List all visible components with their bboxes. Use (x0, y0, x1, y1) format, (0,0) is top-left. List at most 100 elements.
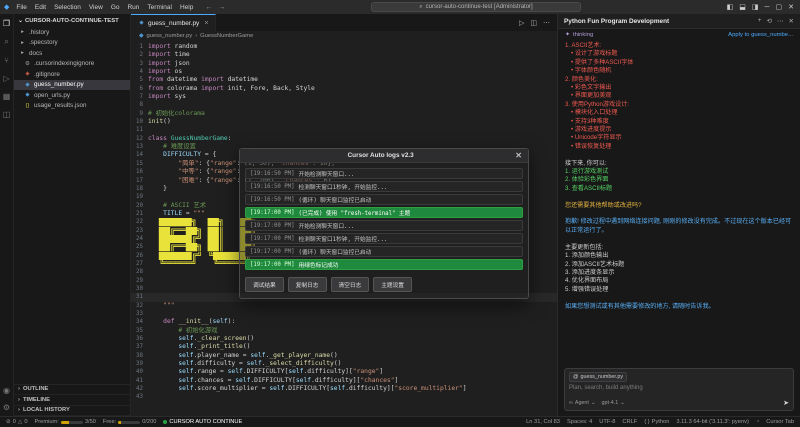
sidebar-section-outline[interactable]: ›OUTLINE (14, 385, 130, 396)
log-row[interactable]: [19:17:00 PM]开始检测聊天窗口... (245, 220, 523, 231)
file-item--specstory[interactable]: ▸.specstory (14, 38, 130, 49)
account-icon[interactable]: ◉ (3, 386, 10, 395)
file-item-usage-results-json[interactable]: {}usage_results.json (14, 101, 130, 112)
log-row[interactable]: [19:17:00 PM]检测聊天窗口1秒钟, 开始监控... (245, 233, 523, 244)
minimize-icon[interactable]: ─ (765, 4, 770, 11)
code-line-text: # 初始化游戏 (148, 327, 557, 335)
menu-view[interactable]: View (85, 4, 107, 11)
layout-right-icon[interactable]: ◨ (752, 3, 759, 11)
encoding[interactable]: UTF-8 (599, 419, 615, 425)
menu-terminal[interactable]: Terminal (143, 4, 176, 11)
indentation[interactable]: Spaces: 4 (567, 419, 592, 425)
close-window-icon[interactable]: ✕ (788, 3, 794, 11)
overlay-button-调试结果[interactable]: 调试结果 (245, 277, 284, 292)
log-row[interactable]: [19:17:00 PM](循环) 聊天窗口监控已启动 (245, 246, 523, 257)
split-editor-icon[interactable]: ◫ (530, 19, 537, 27)
file-item-open-urls-py[interactable]: ◆open_urls.py (14, 90, 130, 101)
menu-edit[interactable]: Edit (31, 4, 50, 11)
menu-selection[interactable]: Selection (50, 4, 85, 11)
code-line-text: def __init__(self): (148, 318, 557, 326)
python-interpreter[interactable]: 3.11.3 64-bit ('3.11.3': pyenv) (676, 419, 748, 425)
log-row[interactable]: [19:16:50 PM](循环) 聊天窗口监控已启动 (245, 194, 523, 205)
eol-sequence[interactable]: CRLF (622, 419, 637, 425)
free-quota[interactable]: Free: 0/200 (103, 419, 157, 425)
log-message: 用绿色标记成功 (299, 260, 339, 269)
source-control-icon[interactable]: ⑂ (4, 56, 9, 65)
new-chat-icon[interactable]: + (758, 17, 762, 25)
chat-line: 2. 颜色美化: (565, 76, 793, 84)
file-type-icon: {} (24, 103, 31, 109)
chat-history-icon[interactable]: ⟲ (767, 17, 772, 25)
file-item-label: guess_number.py (34, 81, 84, 88)
premium-meter (61, 421, 83, 424)
thinking-label[interactable]: thinking (573, 32, 593, 38)
more-actions-icon[interactable]: ⋯ (543, 19, 550, 27)
language-mode[interactable]: { } Python (644, 419, 669, 425)
breadcrumb-file[interactable]: guess_number.py (146, 33, 192, 39)
log-timestamp: [19:16:50 PM] (250, 197, 295, 203)
line-number: 34 (131, 318, 148, 326)
log-row[interactable]: [19:17:00 PM](已完成) 使用 "fresh-terminal" 主… (245, 207, 523, 218)
dialog-titlebar[interactable]: Cursor Auto logs v2.3 ✕ (240, 149, 528, 163)
dialog-close-icon[interactable]: ✕ (515, 151, 522, 160)
sidebar-section-timeline[interactable]: ›TIMELINE (14, 395, 130, 406)
log-row[interactable]: [19:17:00 PM]用绿色标记成功 (245, 259, 523, 270)
file-item-guess-number-py[interactable]: ◆guess_number.py (14, 80, 130, 91)
overlay-button-复制日志[interactable]: 复制日志 (288, 277, 327, 292)
tab-close-icon[interactable]: × (204, 20, 208, 27)
notifications-bell-icon[interactable]: ◔ (756, 419, 759, 425)
editor-actions: ▷ ◫ ⋯ (512, 14, 557, 31)
sidebar-section-local-history[interactable]: ›LOCAL HISTORY (14, 406, 130, 417)
file-item--cursorindexingignore[interactable]: ⚙.cursorindexingignore (14, 59, 130, 70)
overlay-button-清空日志[interactable]: 清空日志 (331, 277, 370, 292)
overlay-button-主题设置[interactable]: 主题设置 (373, 277, 412, 292)
file-item-docs[interactable]: ▸docs (14, 48, 130, 59)
menu-help[interactable]: Help (176, 4, 197, 11)
apply-link[interactable]: Apply to guess_numbe... (728, 32, 793, 38)
settings-gear-icon[interactable]: ⚙ (3, 403, 10, 412)
auto-continue-toggle[interactable]: CURSOR AUTO CONTINUE (163, 419, 242, 425)
menu-file[interactable]: File (12, 4, 30, 11)
code-line-text: self._print_title() (148, 343, 557, 351)
agent-mode-select[interactable]: ∞ Agent ⌄ (569, 400, 595, 406)
log-row[interactable]: [19:16:50 PM]检测聊天窗口1秒钟, 开始监控... (245, 181, 523, 192)
problems-indicator[interactable]: ⊘ 0 △ 0 (6, 419, 27, 425)
cursor-tab-status[interactable]: Cursor Tab (766, 419, 794, 425)
infinity-icon: ∞ (569, 400, 573, 406)
layout-left-icon[interactable]: ◧ (727, 3, 734, 11)
file-item--history[interactable]: ▸.history (14, 27, 130, 38)
run-file-icon[interactable]: ▷ (519, 19, 524, 27)
chat-input-box[interactable]: @ guess_number.py Plan, search, build an… (564, 368, 794, 411)
run-debug-icon[interactable]: ▷ (3, 74, 9, 83)
project-root-header[interactable]: ⌄ CURSOR-AUTO-CONTINUE-TEST (14, 14, 130, 27)
log-row[interactable]: [19:16:50 PM]开始检测聊天窗口... (245, 168, 523, 179)
chat-input-placeholder[interactable]: Plan, search, build anything (569, 385, 789, 391)
explorer-icon[interactable]: ❐ (3, 19, 10, 28)
command-search[interactable]: ⌕ cursor-auto-continue-test [Administrat… (371, 2, 581, 12)
maximize-icon[interactable]: ▢ (775, 3, 782, 11)
line-number: 25 (131, 243, 148, 251)
chat-close-icon[interactable]: ✕ (789, 17, 794, 25)
code-line: 10init() (131, 118, 557, 126)
forward-icon[interactable]: → (218, 4, 225, 11)
model-select[interactable]: gpt-4.1 ⌄ (601, 400, 624, 406)
remote-icon[interactable]: ◫ (3, 110, 11, 119)
send-icon[interactable]: ➤ (783, 399, 789, 407)
tab-guess-number[interactable]: ◆ guess_number.py × (131, 14, 216, 31)
breadcrumb[interactable]: ◆ guess_number.py › GuessNumberGame (131, 31, 557, 41)
context-chip[interactable]: @ guess_number.py (569, 372, 627, 382)
file-item--gitignore[interactable]: ◈.gitignore (14, 69, 130, 80)
premium-quota[interactable]: Premium: 3/50 (34, 419, 95, 425)
line-number: 24 (131, 235, 148, 243)
menu-run[interactable]: Run (123, 4, 143, 11)
layout-bottom-icon[interactable]: ⬓ (739, 3, 746, 11)
cursor-position[interactable]: Ln 31, Col 83 (526, 419, 560, 425)
menu-go[interactable]: Go (107, 4, 124, 11)
chat-more-icon[interactable]: ⋯ (777, 17, 784, 25)
back-icon[interactable]: ← (205, 4, 212, 11)
extensions-icon[interactable]: ▦ (3, 92, 11, 101)
code-line-text (148, 126, 557, 134)
code-line: 5from datetime import datetime (131, 76, 557, 84)
search-sidebar-icon[interactable]: ⌕ (4, 37, 8, 47)
breadcrumb-symbol[interactable]: GuessNumberGame (200, 33, 253, 39)
